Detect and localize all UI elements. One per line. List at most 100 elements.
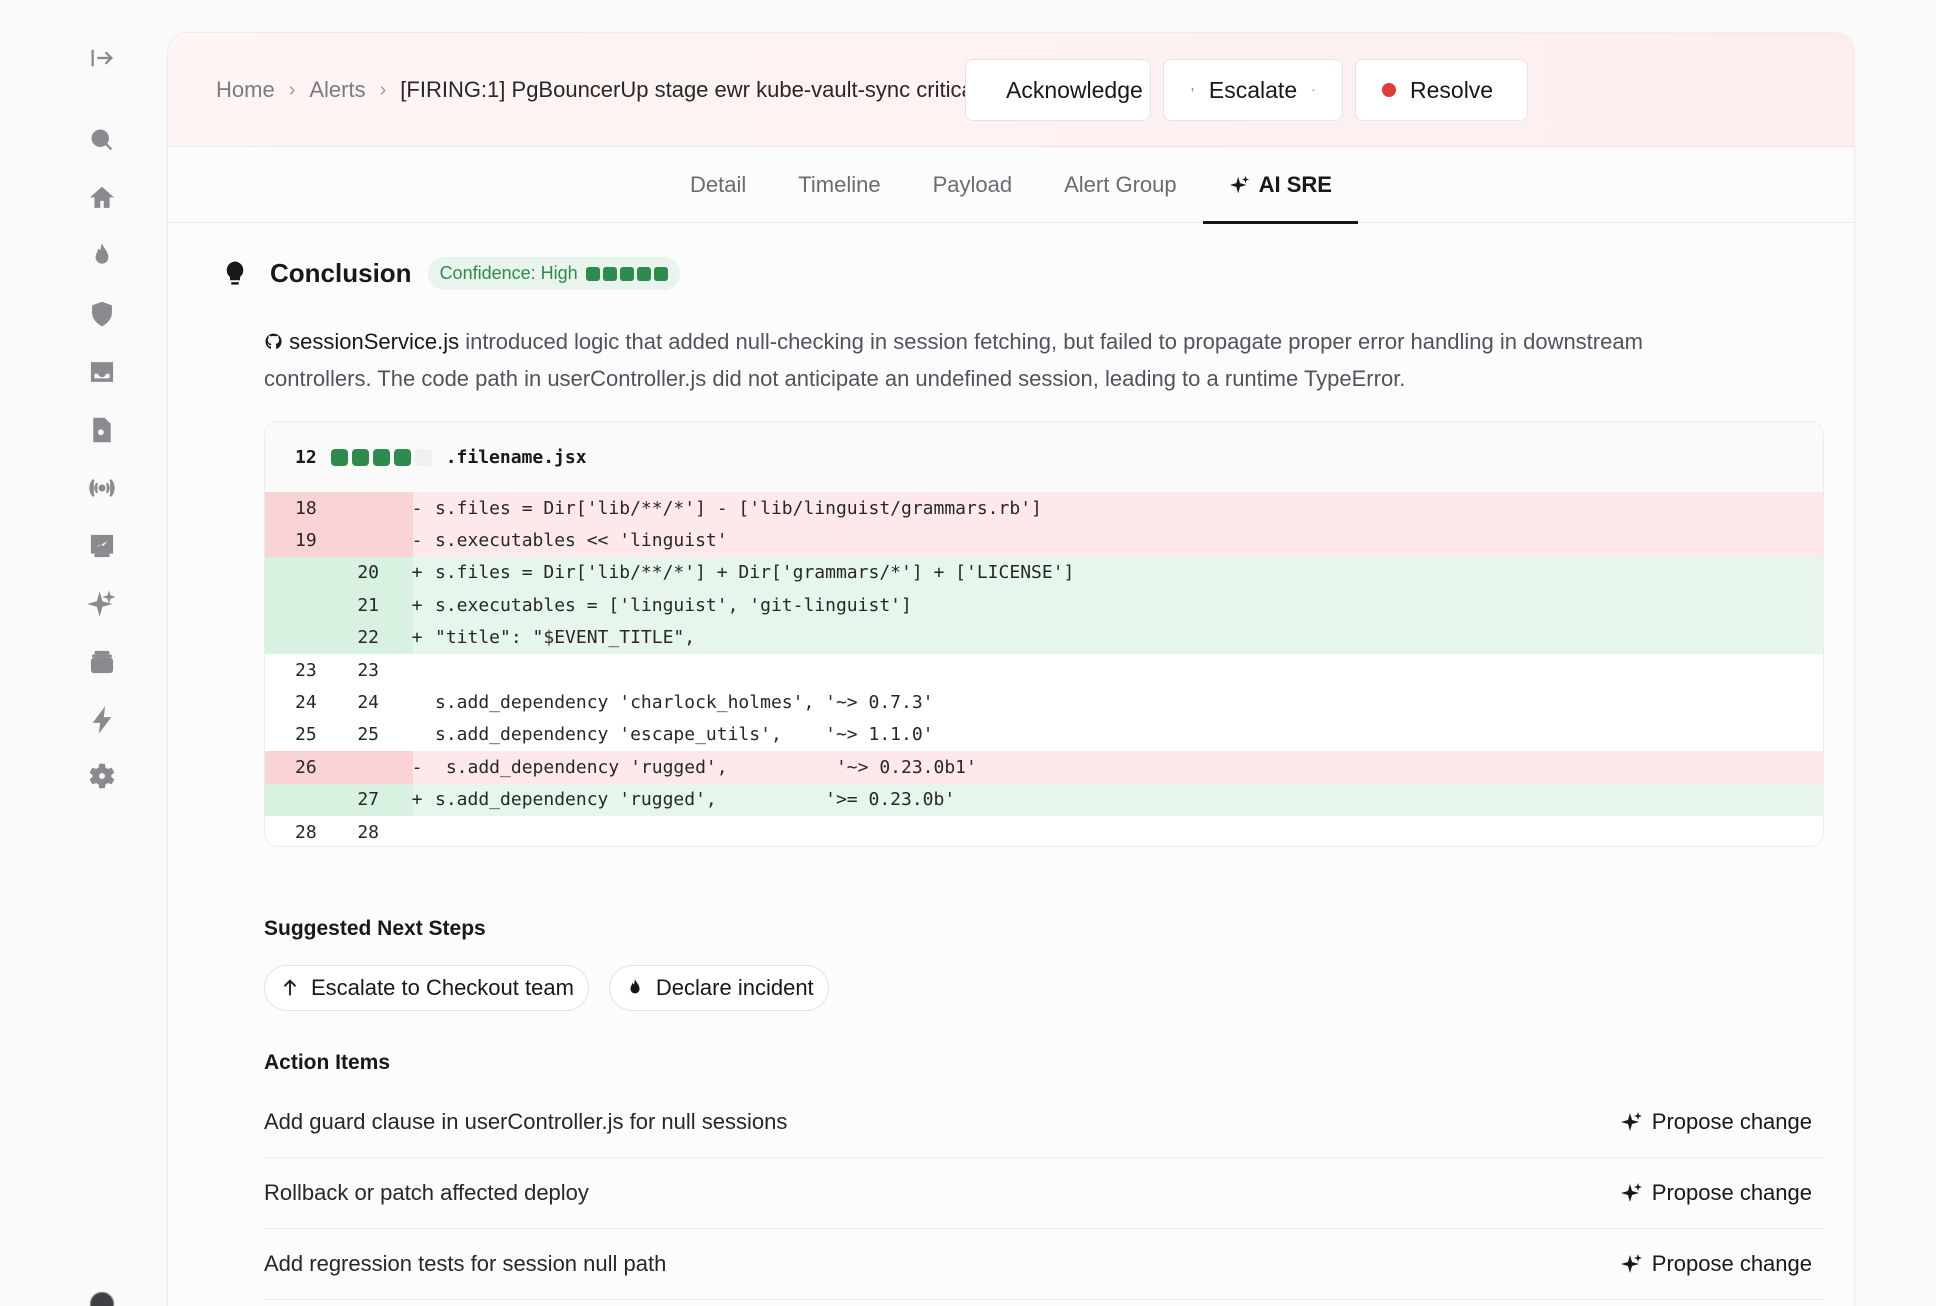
escalate-label: Escalate <box>1208 76 1298 103</box>
conclusion-header: Conclusion Confidence: High <box>220 257 1780 290</box>
sparkle-icon <box>1620 1183 1642 1202</box>
document-search-icon[interactable] <box>84 412 120 448</box>
shield-icon[interactable] <box>84 296 120 332</box>
diff-line-removed: 26 - s.add_dependency 'rugged', '~> 0.23.… <box>265 751 1823 784</box>
diff-line-added: 21 + s.executables = ['linguist', 'git-lin… <box>265 589 1823 622</box>
new-line-number: 25 <box>357 724 379 746</box>
diff-dot <box>393 448 411 466</box>
inbox-icon[interactable] <box>84 354 120 390</box>
chevron-right-icon: › <box>379 78 387 101</box>
escalate-to-team-button[interactable]: Escalate to Checkout team <box>264 965 589 1011</box>
diff-dot <box>414 448 432 466</box>
diff-change-count: 12 <box>295 446 317 468</box>
confidence-dot <box>585 266 600 281</box>
action-item: Add guard clause in userController.js fo… <box>264 1087 1824 1158</box>
resolve-button[interactable]: Resolve <box>1355 59 1528 121</box>
status-dot-icon <box>1382 83 1396 97</box>
confidence-meter <box>585 266 668 281</box>
confidence-label: Confidence: High <box>439 263 578 283</box>
action-item: Add regression tests for session null pa… <box>264 1229 1824 1300</box>
breadcrumb-current: [FIRING:1] PgBouncerUp stage ewr kube-va… <box>400 77 997 102</box>
action-item-text: Rollback or patch affected deploy <box>264 1180 589 1205</box>
confidence-dot <box>602 266 617 281</box>
propose-change-label: Propose change <box>1651 1180 1812 1205</box>
breadcrumb-alerts[interactable]: Alerts <box>309 77 365 103</box>
tab-payload[interactable]: Payload <box>907 147 1039 223</box>
search-icon[interactable] <box>84 122 120 158</box>
old-line-number: 23 <box>295 659 317 681</box>
diff-filename: .filename.jsx <box>445 446 587 468</box>
tab-detail[interactable]: Detail <box>664 147 772 223</box>
propose-change-label: Propose change <box>1651 1109 1812 1134</box>
conclusion-summary: sessionService.js introduced logic that … <box>264 323 1824 397</box>
diff-lines: 18- s.files = Dir['lib/**/*'] - ['lib/lin… <box>265 492 1823 846</box>
sparkle-icon <box>1229 175 1249 194</box>
sparkle-icon <box>1620 1254 1642 1273</box>
code-text: s.add_dependency 'rugged', '~> 0.23.0b1' <box>435 756 977 778</box>
diff-dot <box>351 448 369 466</box>
old-line-number: 24 <box>295 692 317 714</box>
diff-line-added: 22 + "title": "$EVENT_TITLE", <box>265 621 1823 654</box>
broadcast-icon[interactable] <box>84 470 120 506</box>
file-link[interactable]: sessionService.js <box>289 329 459 354</box>
acknowledge-button[interactable]: Acknowledge <box>965 59 1151 121</box>
bolt-icon[interactable] <box>84 702 120 738</box>
new-line-number: 27 <box>357 789 379 811</box>
left-rail <box>0 0 168 1306</box>
action-item: Rollback or patch affected deploy Propos… <box>264 1158 1824 1229</box>
propose-change-label: Propose change <box>1651 1251 1812 1276</box>
old-line-number: 19 <box>295 530 317 552</box>
tab-alert-group[interactable]: Alert Group <box>1038 147 1203 223</box>
action-items-list: Add guard clause in userController.js fo… <box>264 1087 1824 1300</box>
code-text: s.executables << 'linguist' <box>435 530 728 552</box>
chart-icon[interactable] <box>84 528 120 564</box>
diff-line-context: 28 28 <box>265 816 1823 846</box>
home-icon[interactable] <box>84 180 120 216</box>
diff-dot <box>372 448 390 466</box>
diff-sign: + <box>411 562 423 584</box>
propose-change-button[interactable]: Propose change <box>1620 1180 1812 1206</box>
old-line-number: 26 <box>295 756 317 778</box>
conclusion-title: Conclusion <box>270 258 412 288</box>
breadcrumb-home[interactable]: Home <box>216 77 275 103</box>
chevron-right-icon: › <box>288 78 296 101</box>
next-steps: Escalate to Checkout team Declare incide… <box>264 965 1824 1011</box>
tab-timeline[interactable]: Timeline <box>772 147 906 223</box>
new-line-number: 23 <box>357 659 379 681</box>
stack-icon[interactable] <box>84 644 120 680</box>
propose-change-button[interactable]: Propose change <box>1620 1109 1812 1135</box>
diff-line-removed: 19 - s.executables << 'linguist' <box>265 524 1823 557</box>
flame-icon <box>630 978 640 994</box>
escalate-button[interactable]: Escalate <box>1163 59 1343 121</box>
new-line-number: 21 <box>357 594 379 616</box>
old-line-number: 28 <box>295 821 317 843</box>
tab-ai-sre[interactable]: AI SRE <box>1202 147 1359 224</box>
github-icon <box>265 333 282 350</box>
arrow-up-icon <box>1191 88 1194 92</box>
diff-sign: + <box>411 789 423 811</box>
confidence-badge: Confidence: High <box>427 257 680 290</box>
collapse-icon[interactable] <box>84 40 120 76</box>
code-diff: 12 .filename.jsx 18- s.files = Dir['lib/*… <box>264 421 1824 847</box>
flame-icon[interactable] <box>84 238 120 274</box>
confidence-dot <box>653 266 668 281</box>
new-line-number: 28 <box>357 821 379 843</box>
diff-line-context: 25 25 s.add_dependency 'escape_utils', '~>… <box>265 719 1823 751</box>
tab-label: Alert Group <box>1064 172 1177 197</box>
help-icon[interactable] <box>84 1286 120 1306</box>
code-text: s.files = Dir['lib/**/*'] + Dir['grammar… <box>435 562 1075 584</box>
diff-line-removed: 18 - s.files = Dir['lib/**/*'] - ['lib/lin… <box>265 492 1823 525</box>
diff-sign: + <box>411 594 423 616</box>
diff-line-added: 20 + s.files = Dir['lib/**/*'] + Dir['gram… <box>265 556 1823 590</box>
diff-line-added: 27 + s.add_dependency 'rugged', '>= 0.23.0… <box>265 783 1823 816</box>
sparkle-icon[interactable] <box>84 586 120 622</box>
declare-incident-button[interactable]: Declare incident <box>608 965 829 1011</box>
diff-dot <box>330 448 348 466</box>
summary-line-1: sessionService.js introduced logic that … <box>264 323 1824 360</box>
next-steps-title: Suggested Next Steps <box>264 917 486 940</box>
summary-line-2: controllers. The code path in userContro… <box>264 366 1406 391</box>
gear-icon[interactable] <box>84 758 120 794</box>
diff-line-context: 24 24 s.add_dependency 'charlock_holmes', … <box>265 686 1823 718</box>
action-item-text: Add regression tests for session null pa… <box>264 1251 667 1276</box>
propose-change-button[interactable]: Propose change <box>1620 1251 1812 1277</box>
